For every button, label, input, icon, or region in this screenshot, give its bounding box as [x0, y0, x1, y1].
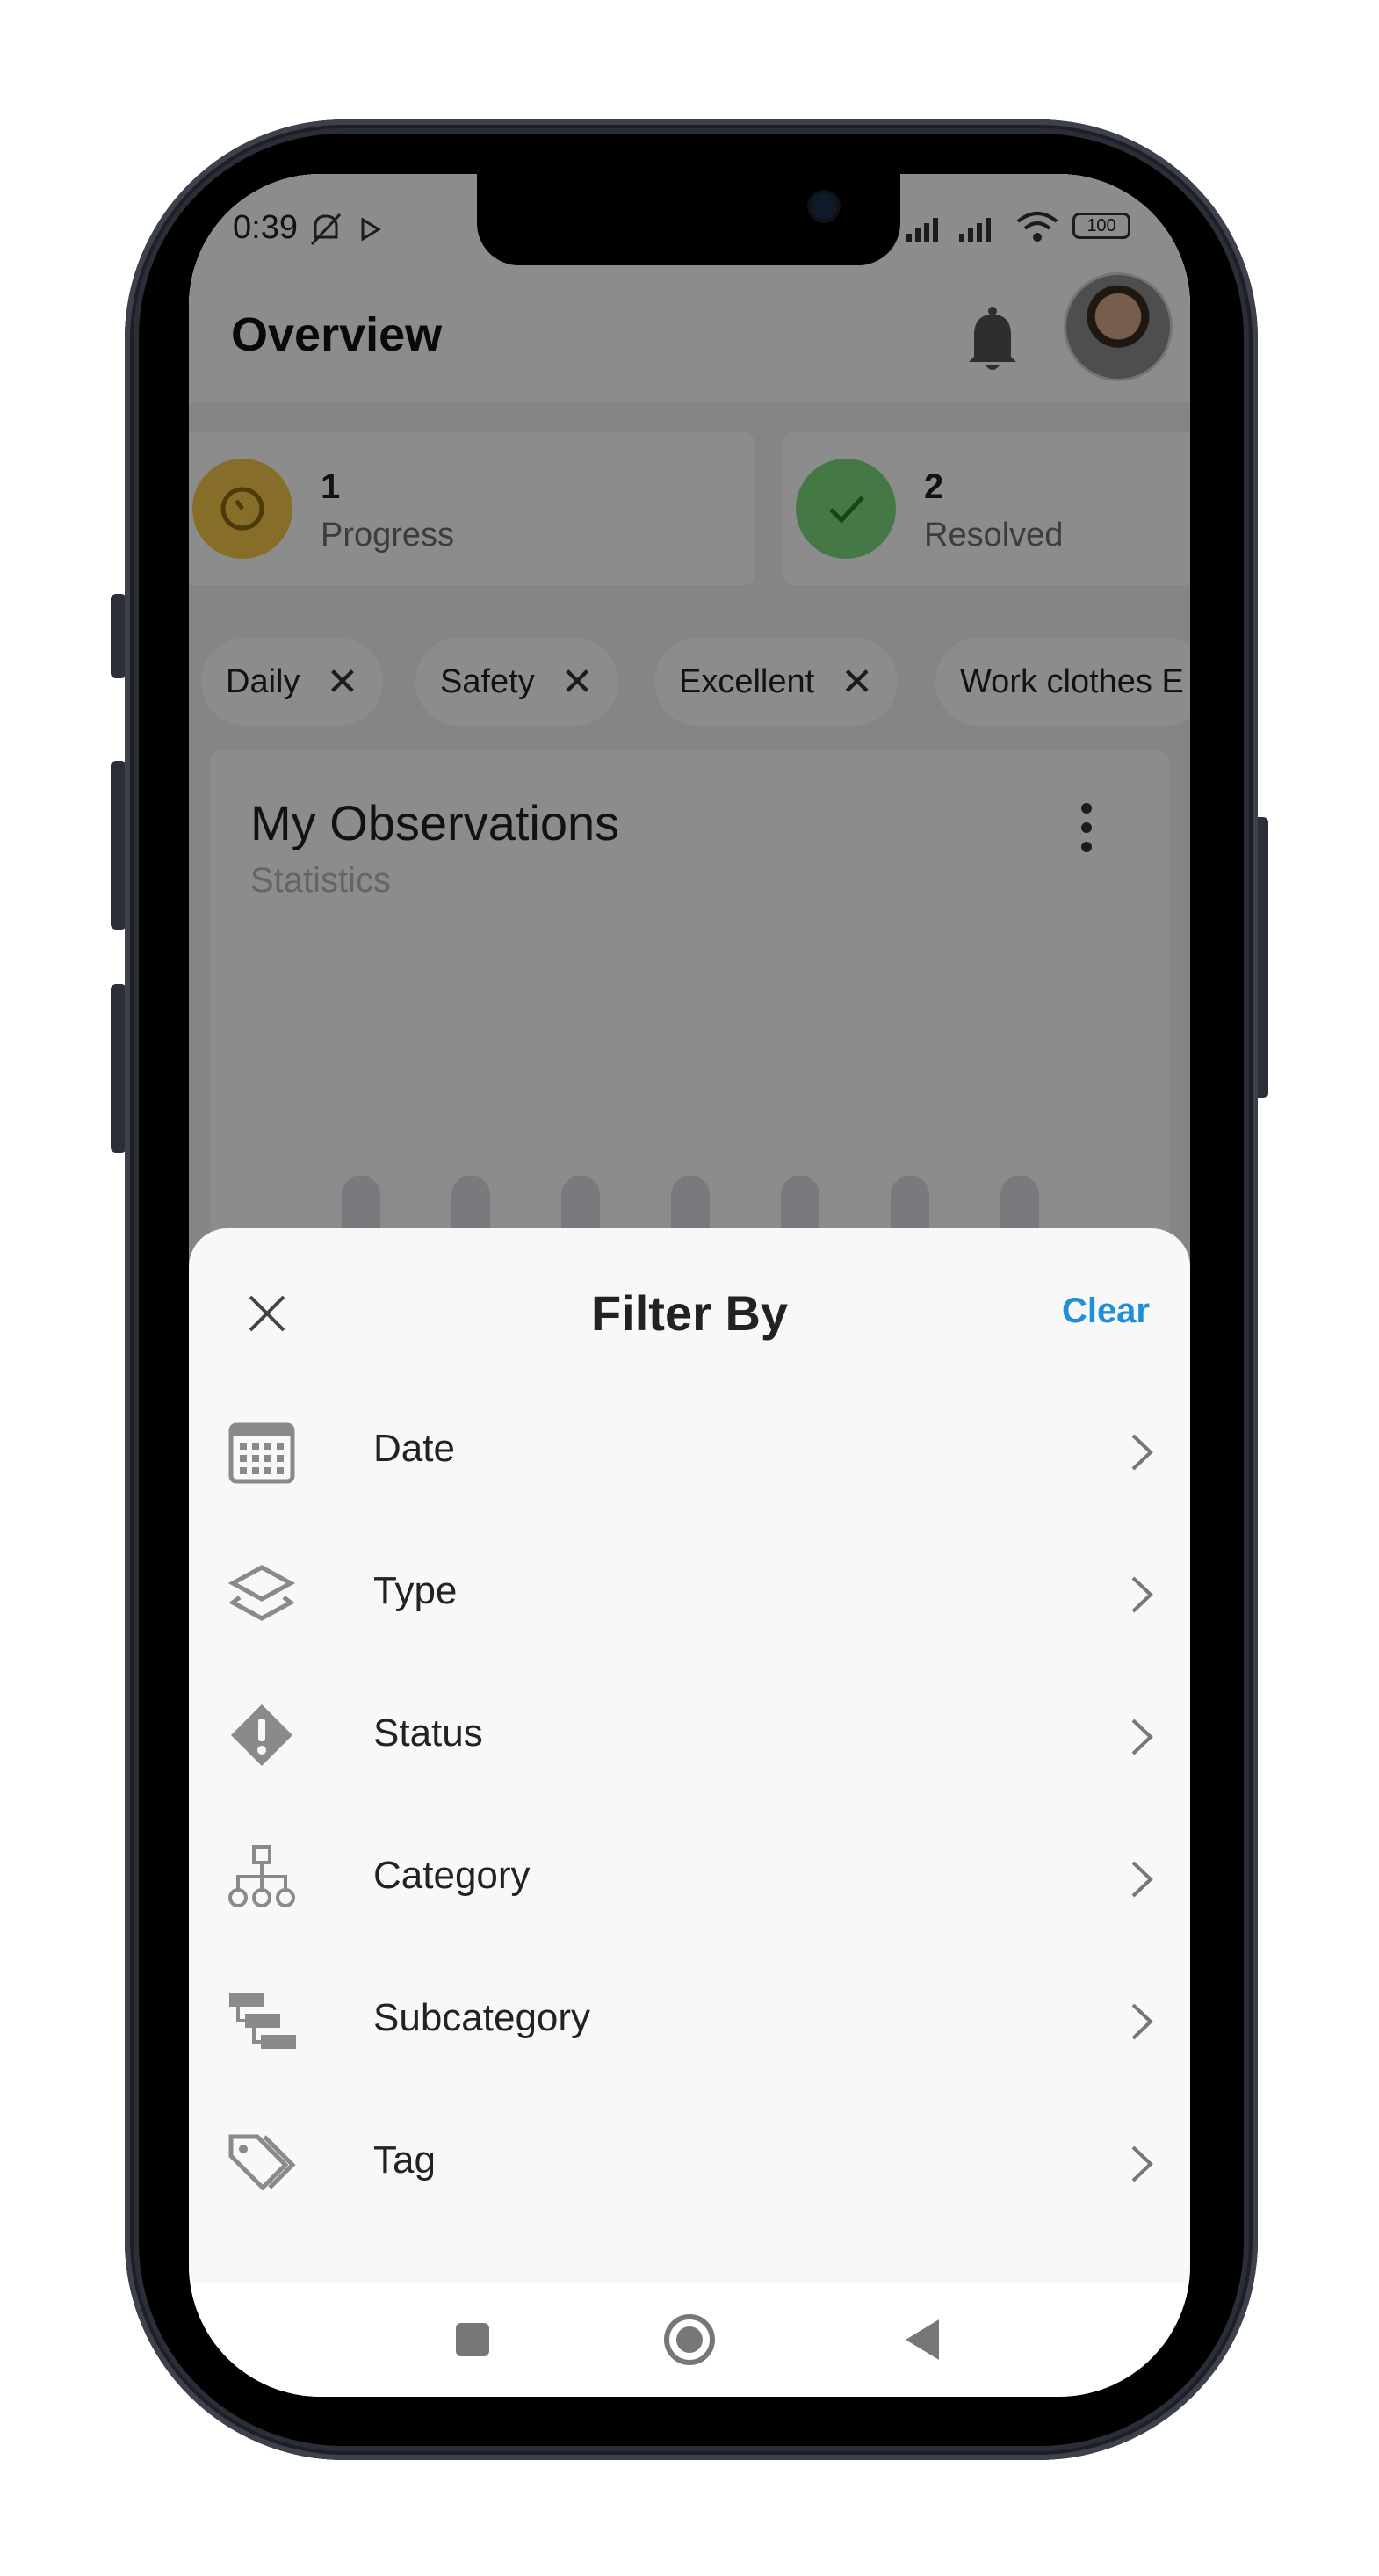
filter-label-date: Date [373, 1427, 455, 1470]
clear-button[interactable]: Clear [1062, 1292, 1150, 1331]
filter-row-status[interactable]: Status [189, 1664, 1190, 1806]
filter-label-tag: Tag [373, 2138, 436, 2182]
chevron-right-icon [1131, 2145, 1153, 2182]
alert-diamond-icon [231, 1704, 292, 1766]
tag-icon [228, 2134, 296, 2191]
hierarchy-icon [228, 1845, 295, 1907]
layers-icon [227, 1565, 296, 1621]
front-camera [811, 193, 837, 220]
chevron-right-icon [1131, 2003, 1153, 2040]
chevron-right-icon [1131, 1719, 1153, 1755]
chevron-right-icon [1131, 1434, 1153, 1471]
chevron-right-icon [1131, 1576, 1153, 1613]
filter-row-type[interactable]: Type [189, 1522, 1190, 1664]
filter-row-date[interactable]: Date [189, 1379, 1190, 1522]
back-icon[interactable] [892, 2309, 953, 2370]
camera-notch [477, 174, 900, 265]
phone-screen: 0:39 100 Overview 1 Progress 2 Resolved … [189, 174, 1190, 2397]
filter-label-category: Category [373, 1854, 531, 1897]
recent-apps-icon[interactable] [442, 2309, 503, 2370]
filter-row-tag[interactable]: Tag [189, 2091, 1190, 2233]
home-icon[interactable] [659, 2309, 720, 2370]
filter-label-type: Type [373, 1569, 458, 1612]
filter-row-category[interactable]: Category [189, 1806, 1190, 1949]
calendar-icon [228, 1422, 295, 1484]
chevron-right-icon [1131, 1861, 1153, 1898]
filter-row-subcategory[interactable]: Subcategory [189, 1949, 1190, 2091]
filter-bottom-sheet: Filter By Clear Date Type Status Categor… [189, 1228, 1190, 2283]
filter-label-status: Status [373, 1711, 483, 1755]
filter-label-subcategory: Subcategory [373, 1996, 591, 2039]
subcategory-icon [229, 1993, 296, 2049]
system-nav-bar [189, 2283, 1190, 2397]
sheet-title: Filter By [590, 1285, 789, 1341]
